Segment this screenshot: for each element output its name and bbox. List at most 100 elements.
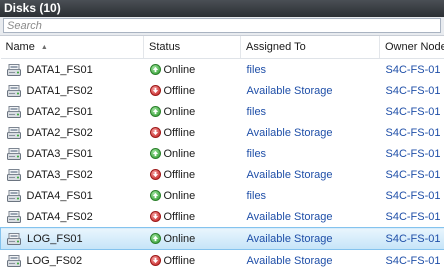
status-text: Offline <box>163 126 196 139</box>
cell-assigned-to[interactable]: Available Storage <box>241 80 380 101</box>
status-wrap: Offline <box>149 84 241 97</box>
cell-assigned-to[interactable]: files <box>241 143 380 164</box>
cell-status[interactable]: Online <box>144 143 241 164</box>
online-arrow-up-icon <box>149 64 161 75</box>
disks-panel: Disks (10) Name ▲ Status Assigned To Owne… <box>0 0 444 270</box>
online-arrow-up-icon <box>149 233 161 244</box>
cell-name[interactable]: LOG_FS02 <box>1 250 144 270</box>
status-text: Offline <box>163 210 196 223</box>
cell-status[interactable]: Offline <box>144 250 241 270</box>
cell-owner-node[interactable]: S4C-FS-01 <box>379 227 444 250</box>
table-row[interactable]: DATA3_FS01 Online files S4C-FS-01 <box>1 143 444 164</box>
cell-owner-node[interactable]: S4C-FS-01 <box>380 59 444 81</box>
status-wrap: Online <box>149 148 241 160</box>
cell-name[interactable]: DATA3_FS02 <box>1 164 144 185</box>
table-row[interactable]: DATA3_FS02 Offline Available Storage S4C-FS… <box>1 164 444 185</box>
status-text: Online <box>163 232 196 245</box>
status-wrap: Online <box>149 105 241 118</box>
cell-owner-node[interactable]: S4C-FS-01 <box>380 164 444 185</box>
disk-name: DATA4_FS02 <box>26 210 93 223</box>
panel-title: Disks (10) <box>0 0 444 17</box>
owner-node-text: S4C-FS-01 <box>385 168 441 181</box>
cell-name[interactable]: DATA1_FS02 <box>1 80 144 101</box>
assigned-to-text: Available Storage <box>246 84 333 97</box>
status-text: Online <box>163 105 196 118</box>
disk-name: LOG_FS01 <box>27 232 83 245</box>
disk-icon <box>6 84 21 97</box>
cell-assigned-to[interactable]: files <box>241 59 380 81</box>
owner-node-text: S4C-FS-01 <box>385 63 441 76</box>
header-row: Name ▲ Status Assigned To Owner Node <box>0 36 444 59</box>
table-row[interactable]: DATA1_FS01 Online files S4C-FS-01 <box>1 59 444 81</box>
cell-name[interactable]: DATA3_FS01 <box>1 143 144 164</box>
cell-owner-node[interactable]: S4C-FS-01 <box>380 101 444 122</box>
cell-name[interactable]: DATA2_FS02 <box>1 122 144 143</box>
cell-status[interactable]: Offline <box>144 164 241 185</box>
cell-status[interactable]: Online <box>143 227 241 250</box>
assigned-to-text: files <box>246 105 267 118</box>
cell-assigned-to[interactable]: Available Storage <box>241 122 380 143</box>
status-wrap: Online <box>149 63 241 76</box>
table-row[interactable]: LOG_FS01 Online Available Storage S4C-FS-01 <box>0 227 444 250</box>
cell-name[interactable]: DATA1_FS01 <box>1 59 144 81</box>
sort-ascending-icon: ▲ <box>40 44 48 51</box>
cell-assigned-to[interactable]: Available Storage <box>241 250 380 270</box>
offline-arrow-down-icon <box>149 85 161 96</box>
table-row[interactable]: DATA1_FS02 Offline Available Storage S4C-FS… <box>1 80 444 101</box>
name-wrap: LOG_FS01 <box>7 232 144 245</box>
name-wrap: DATA4_FS02 <box>6 210 144 223</box>
status-wrap: Offline <box>149 169 241 181</box>
status-text: Offline <box>163 84 196 97</box>
owner-node-text: S4C-FS-01 <box>385 105 441 118</box>
column-header-owner-node[interactable]: Owner Node <box>379 36 444 59</box>
owner-node-text: S4C-FS-01 <box>385 147 441 160</box>
table-row[interactable]: DATA4_FS01 Online files S4C-FS-01 <box>1 185 444 206</box>
disk-name: DATA3_FS01 <box>26 147 93 160</box>
name-wrap: DATA3_FS01 <box>6 147 144 160</box>
cell-assigned-to[interactable]: files <box>241 101 380 122</box>
cell-name[interactable]: DATA2_FS01 <box>1 101 144 122</box>
online-arrow-up-icon <box>149 190 161 201</box>
cell-status[interactable]: Offline <box>144 80 241 101</box>
cell-status[interactable]: Online <box>144 101 241 122</box>
cell-assigned-to[interactable]: Available Storage <box>241 164 380 185</box>
disk-name: DATA2_FS01 <box>26 105 93 118</box>
cell-owner-node[interactable]: S4C-FS-01 <box>380 143 444 164</box>
disk-name: DATA2_FS02 <box>26 126 93 139</box>
cell-status[interactable]: Offline <box>144 206 241 228</box>
cell-owner-node[interactable]: S4C-FS-01 <box>380 122 444 143</box>
table-row[interactable]: DATA4_FS02 Offline Available Storage S4C-FS… <box>1 206 444 228</box>
cell-name[interactable]: LOG_FS01 <box>0 227 144 250</box>
assigned-to-text: Available Storage <box>246 210 333 223</box>
cell-assigned-to[interactable]: Available Storage <box>241 206 380 228</box>
column-header-assigned-to[interactable]: Assigned To <box>240 36 380 59</box>
owner-node-text: S4C-FS-01 <box>385 84 441 97</box>
cell-owner-node[interactable]: S4C-FS-01 <box>380 206 444 228</box>
status-wrap: Offline <box>149 210 241 223</box>
disks-table-body: DATA1_FS01 Online files S4C-FS-01 DATA1_FS02… <box>0 59 444 270</box>
owner-node-text: S4C-FS-01 <box>385 126 441 139</box>
assigned-to-text: files <box>246 147 267 160</box>
status-wrap: Online <box>149 190 241 202</box>
search-input[interactable] <box>3 18 441 33</box>
cell-assigned-to[interactable]: Available Storage <box>240 227 380 250</box>
name-wrap: DATA2_FS02 <box>6 126 144 139</box>
column-header-name[interactable]: Name ▲ <box>0 36 144 59</box>
cell-owner-node[interactable]: S4C-FS-01 <box>380 185 444 206</box>
cell-status[interactable]: Offline <box>144 122 241 143</box>
table-row[interactable]: LOG_FS02 Offline Available Storage S4C-FS-0… <box>1 250 444 270</box>
table-row[interactable]: DATA2_FS01 Online files S4C-FS-01 <box>1 101 444 122</box>
column-header-status[interactable]: Status <box>143 36 241 59</box>
status-text: Online <box>163 63 196 76</box>
owner-node-text: S4C-FS-01 <box>385 232 441 245</box>
status-wrap: Offline <box>149 255 241 267</box>
table-row[interactable]: DATA2_FS02 Offline Available Storage S4C-FS… <box>1 122 444 143</box>
cell-name[interactable]: DATA4_FS01 <box>1 185 144 206</box>
cell-owner-node[interactable]: S4C-FS-01 <box>380 250 444 270</box>
assigned-to-text: files <box>246 189 267 202</box>
cell-status[interactable]: Online <box>144 185 241 206</box>
cell-status[interactable]: Online <box>144 59 241 81</box>
cell-name[interactable]: DATA4_FS02 <box>1 206 144 228</box>
cell-assigned-to[interactable]: files <box>241 185 380 206</box>
cell-owner-node[interactable]: S4C-FS-01 <box>380 80 444 101</box>
